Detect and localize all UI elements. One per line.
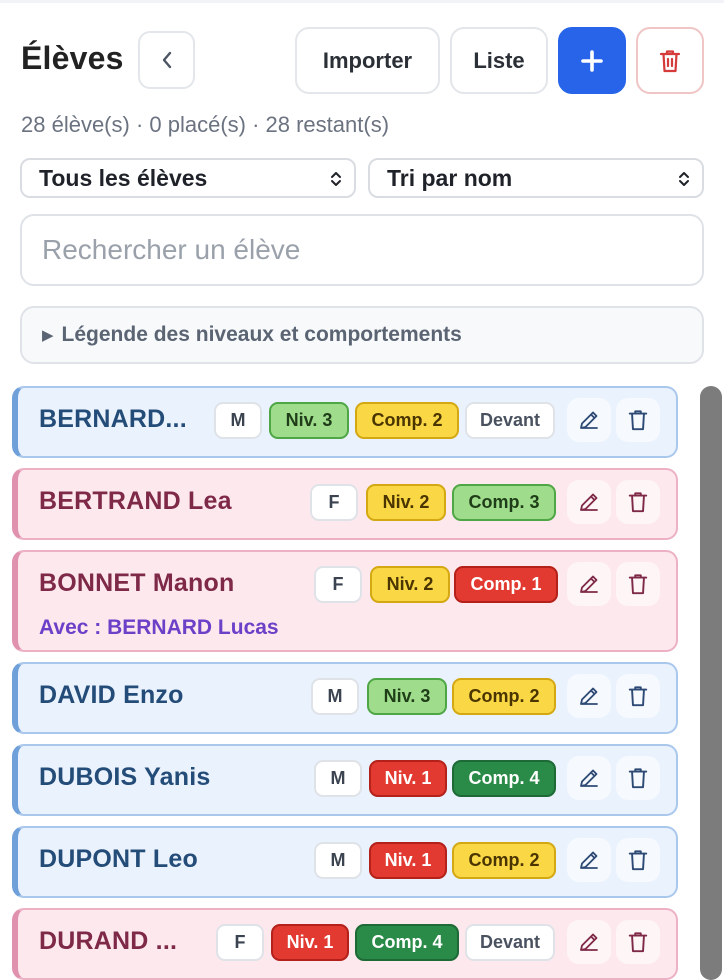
- delete-button[interactable]: [616, 480, 660, 524]
- edit-button[interactable]: [567, 838, 611, 882]
- behavior-badge: Comp. 4: [355, 924, 459, 961]
- select-chevron-icon: [331, 172, 341, 186]
- gender-badge: M: [314, 760, 362, 797]
- level-badge: Niv. 1: [369, 842, 447, 879]
- pencil-icon: [580, 493, 598, 511]
- paired-with-label: Avec : BERNARD Lucas: [39, 616, 279, 639]
- student-filter-select[interactable]: Tous les élèves: [20, 158, 356, 198]
- student-card[interactable]: DAVID Enzo M Niv. 3 Comp. 2: [12, 662, 678, 734]
- trash-icon: [628, 932, 648, 953]
- list-button[interactable]: Liste: [450, 27, 548, 94]
- trash-icon: [628, 492, 648, 513]
- gender-badge: M: [311, 678, 359, 715]
- student-card[interactable]: BERNARD... M Niv. 3 Comp. 2 Devant: [12, 386, 678, 458]
- pencil-icon: [580, 769, 598, 787]
- gender-badge: M: [314, 842, 362, 879]
- delete-button[interactable]: [616, 562, 660, 606]
- back-button[interactable]: [138, 31, 195, 89]
- student-name: DUBOIS Yanis: [39, 763, 211, 791]
- trash-icon: [628, 850, 648, 871]
- level-badge: Niv. 2: [370, 566, 450, 603]
- delete-button[interactable]: [616, 920, 660, 964]
- edit-button[interactable]: [567, 562, 611, 606]
- level-badge: Niv. 2: [366, 484, 446, 521]
- student-card[interactable]: DUPONT Leo M Niv. 1 Comp. 2: [12, 826, 678, 898]
- legend-label: Légende des niveaux et comportements: [61, 323, 462, 346]
- delete-button[interactable]: [616, 756, 660, 800]
- pencil-icon: [580, 411, 598, 429]
- behavior-badge: Comp. 1: [454, 566, 558, 603]
- select-chevron-icon: [679, 172, 689, 186]
- sort-value: Tri par nom: [387, 164, 513, 191]
- gender-badge: F: [314, 566, 362, 603]
- level-badge: Niv. 1: [271, 924, 349, 961]
- student-name: BERNARD...: [39, 405, 187, 433]
- student-name: BERTRAND Lea: [39, 487, 232, 515]
- scrollbar-thumb[interactable]: [700, 386, 722, 980]
- edit-button[interactable]: [567, 756, 611, 800]
- behavior-badge: Comp. 4: [452, 760, 556, 797]
- top-border: [0, 0, 724, 3]
- pencil-icon: [580, 687, 598, 705]
- behavior-badge: Comp. 3: [452, 484, 556, 521]
- student-name: DURAND ...: [39, 927, 178, 955]
- trash-icon: [628, 574, 648, 595]
- gender-badge: F: [216, 924, 264, 961]
- student-card[interactable]: DUBOIS Yanis M Niv. 1 Comp. 4: [12, 744, 678, 816]
- trash-icon: [628, 686, 648, 707]
- trash-icon: [628, 768, 648, 789]
- placement-badge: Devant: [465, 402, 555, 439]
- gender-badge: F: [310, 484, 358, 521]
- student-name: BONNET Manon: [39, 569, 235, 597]
- pencil-icon: [580, 933, 598, 951]
- delete-button[interactable]: [616, 838, 660, 882]
- student-name: DAVID Enzo: [39, 681, 184, 709]
- student-card[interactable]: BONNET Manon Avec : BERNARD Lucas F Niv.…: [12, 550, 678, 652]
- edit-button[interactable]: [567, 674, 611, 718]
- pencil-icon: [580, 575, 598, 593]
- trash-icon: [659, 49, 681, 72]
- gender-badge: M: [214, 402, 262, 439]
- trash-icon: [628, 410, 648, 431]
- placement-badge: Devant: [465, 924, 555, 961]
- import-button[interactable]: Importer: [295, 27, 440, 94]
- level-badge: Niv. 3: [367, 678, 447, 715]
- search-input[interactable]: [20, 214, 704, 286]
- page-title: Élèves: [21, 40, 124, 76]
- student-name: DUPONT Leo: [39, 845, 198, 873]
- behavior-badge: Comp. 2: [452, 678, 556, 715]
- disclosure-triangle-icon: ▶: [42, 327, 54, 344]
- edit-button[interactable]: [567, 398, 611, 442]
- delete-all-button[interactable]: [636, 27, 704, 94]
- delete-button[interactable]: [616, 674, 660, 718]
- level-badge: Niv. 3: [269, 402, 349, 439]
- pencil-icon: [580, 851, 598, 869]
- delete-button[interactable]: [616, 398, 660, 442]
- edit-button[interactable]: [567, 480, 611, 524]
- chevron-left-icon: [162, 51, 171, 69]
- students-summary: 28 élève(s) · 0 placé(s) · 28 restant(s): [21, 112, 390, 137]
- add-student-button[interactable]: [558, 27, 626, 94]
- plus-icon: [581, 49, 603, 72]
- legend-toggle[interactable]: ▶ Légende des niveaux et comportements: [20, 306, 704, 364]
- edit-button[interactable]: [567, 920, 611, 964]
- behavior-badge: Comp. 2: [452, 842, 556, 879]
- student-card[interactable]: BERTRAND Lea F Niv. 2 Comp. 3: [12, 468, 678, 540]
- behavior-badge: Comp. 2: [355, 402, 459, 439]
- student-card[interactable]: DURAND ... F Niv. 1 Comp. 4 Devant: [12, 908, 678, 980]
- student-filter-value: Tous les élèves: [39, 164, 208, 191]
- level-badge: Niv. 1: [369, 760, 447, 797]
- sort-select[interactable]: Tri par nom: [368, 158, 704, 198]
